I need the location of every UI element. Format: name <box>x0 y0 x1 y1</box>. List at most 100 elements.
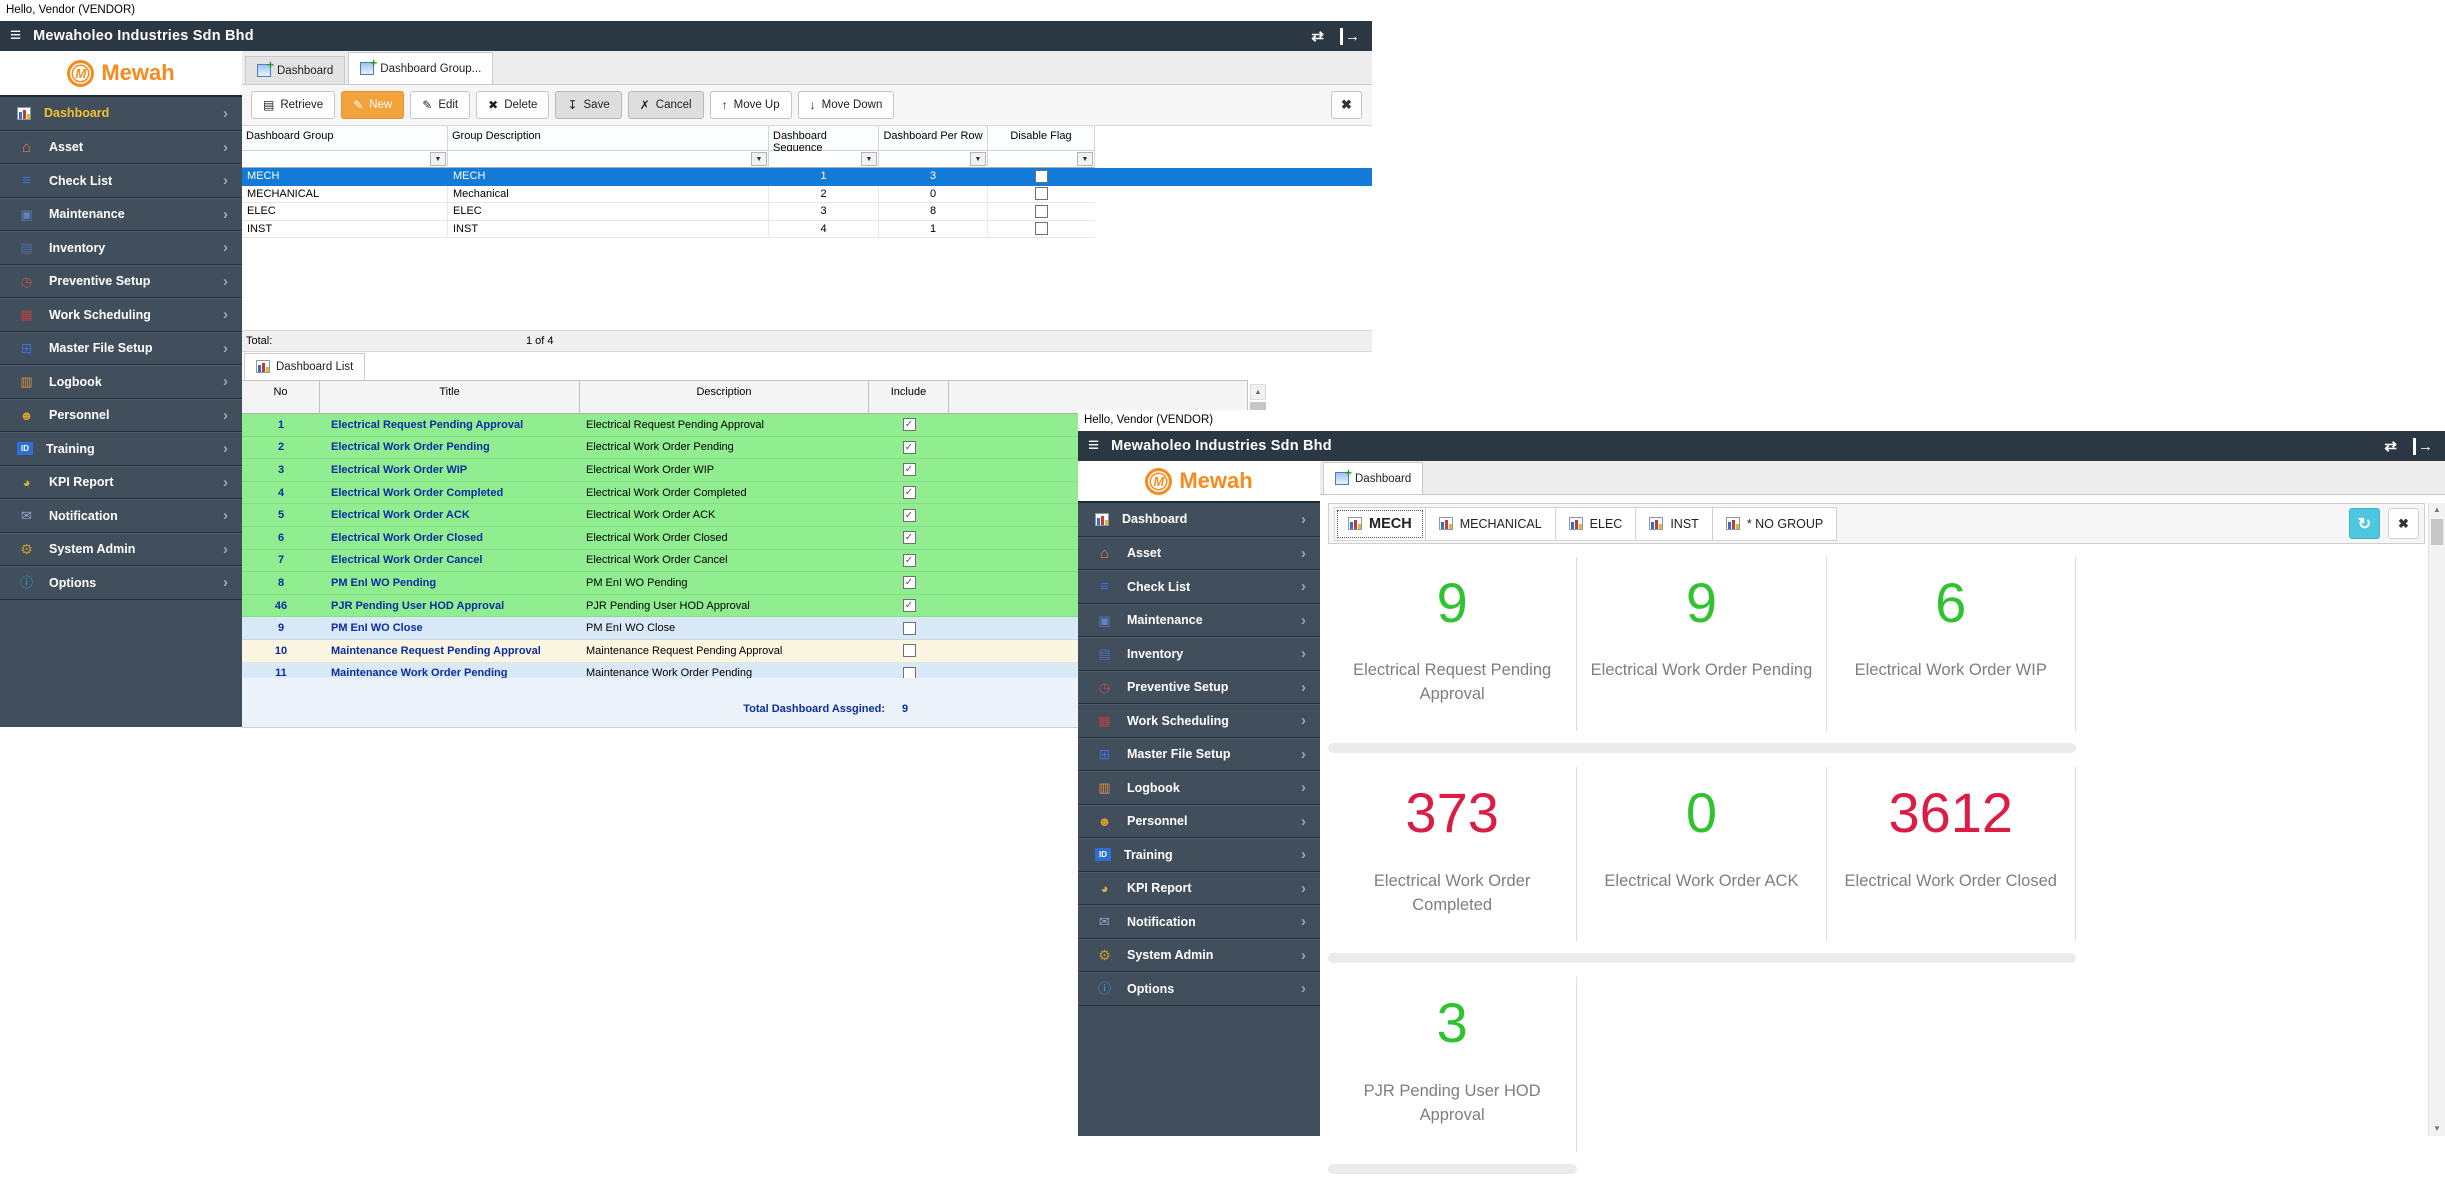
include-checkbox[interactable]: ✓ <box>903 509 916 522</box>
column-header-disable-flag[interactable]: Disable Flag <box>988 126 1095 151</box>
sidebar-item-dashboard[interactable]: Dashboard › <box>0 97 242 131</box>
dashboard-card-electrical-work-order-ack[interactable]: 0 Electrical Work Order ACK <box>1577 767 1826 941</box>
sidebar-item-personnel[interactable]: ☻ Personnel › <box>1078 805 1320 839</box>
sidebar-item-dashboard[interactable]: Dashboard › <box>1078 503 1320 537</box>
group-tab-mechanical[interactable]: MECHANICAL <box>1425 507 1556 541</box>
disable-flag-checkbox[interactable] <box>1035 170 1048 183</box>
switch-window-icon[interactable]: ⇄ <box>1311 27 1324 45</box>
move-up-button[interactable]: ↑ Move Up <box>710 91 792 119</box>
sidebar-item-inventory[interactable]: ▤ Inventory › <box>1078 637 1320 671</box>
close-tab-button[interactable]: ✖ <box>2388 508 2419 539</box>
group-tab-inst[interactable]: INST <box>1635 507 1712 541</box>
include-checkbox[interactable]: ✓ <box>903 576 916 589</box>
scroll-up-icon[interactable]: ▲ <box>2429 505 2445 514</box>
group-tab-elec[interactable]: ELEC <box>1555 507 1637 541</box>
filter-dropdown-icon[interactable]: ▼ <box>861 152 877 166</box>
sidebar-item-master-file-setup[interactable]: ⊞ Master File Setup › <box>0 332 242 366</box>
sidebar-item-preventive-setup[interactable]: ◷ Preventive Setup › <box>1078 671 1320 705</box>
tab-dashboard[interactable]: Dashboard <box>1323 462 1423 494</box>
sidebar-item-logbook[interactable]: ▥ Logbook › <box>0 365 242 399</box>
sidebar-item-training[interactable]: ID Training › <box>1078 838 1320 872</box>
table-row[interactable]: MECHANICAL Mechanical 2 0 <box>242 186 1372 204</box>
sidebar-item-maintenance[interactable]: ▣ Maintenance › <box>0 198 242 232</box>
scrollbar-thumb[interactable] <box>2431 519 2443 545</box>
column-header-dashboard-group[interactable]: Dashboard Group <box>242 126 448 151</box>
column-header-dashboard-sequence[interactable]: Dashboard Sequence <box>769 126 879 151</box>
logout-icon[interactable]: → <box>1340 28 1360 45</box>
column-header-title[interactable]: Title <box>320 380 580 414</box>
delete-button[interactable]: ✖ Delete <box>476 91 549 119</box>
include-checkbox[interactable]: ✓ <box>903 554 916 567</box>
sidebar-item-training[interactable]: ID Training › <box>0 432 242 466</box>
sidebar-item-notification[interactable]: ✉ Notification › <box>0 499 242 533</box>
table-row[interactable]: ELEC ELEC 3 8 <box>242 203 1372 221</box>
refresh-button[interactable]: ↻ <box>2349 508 2380 539</box>
include-checkbox[interactable]: ✓ <box>903 599 916 612</box>
dashboard-card-electrical-request-pending-approval[interactable]: 9 Electrical Request Pending Approval <box>1328 557 1577 731</box>
table-row[interactable]: INST INST 4 1 <box>242 221 1372 239</box>
save-button[interactable]: ↧ Save <box>555 91 621 119</box>
disable-flag-checkbox[interactable] <box>1035 205 1048 218</box>
sidebar-item-preventive-setup[interactable]: ◷ Preventive Setup › <box>0 265 242 299</box>
logout-icon[interactable]: → <box>2413 438 2433 455</box>
edit-button[interactable]: ✎ Edit <box>410 91 470 119</box>
column-header-no[interactable]: No <box>242 380 320 414</box>
scroll-up-icon[interactable]: ▲ <box>1250 384 1266 400</box>
hamburger-menu-icon[interactable]: ≡ <box>10 25 21 47</box>
sidebar-item-options[interactable]: ⓘ Options › <box>1078 972 1320 1006</box>
sidebar-item-kpi-report[interactable]: ◕ KPI Report › <box>1078 872 1320 906</box>
group-tab-mech[interactable]: MECH <box>1334 507 1426 541</box>
sidebar-item-work-scheduling[interactable]: ▦ Work Scheduling › <box>0 298 242 332</box>
sidebar-item-kpi-report[interactable]: ◕ KPI Report › <box>0 466 242 500</box>
sidebar-item-maintenance[interactable]: ▣ Maintenance › <box>1078 604 1320 638</box>
include-checkbox[interactable] <box>903 644 916 657</box>
hamburger-menu-icon[interactable]: ≡ <box>1088 435 1099 457</box>
filter-dropdown-icon[interactable]: ▼ <box>970 152 986 166</box>
dashboard-card-electrical-work-order-pending[interactable]: 9 Electrical Work Order Pending <box>1577 557 1826 731</box>
group-tab-no-group[interactable]: * NO GROUP <box>1712 507 1837 541</box>
include-checkbox[interactable]: ✓ <box>903 531 916 544</box>
include-checkbox[interactable] <box>903 622 916 635</box>
sidebar-item-inventory[interactable]: ▤ Inventory › <box>0 231 242 265</box>
sidebar-item-master-file-setup[interactable]: ⊞ Master File Setup › <box>1078 738 1320 772</box>
dashboard-card-pjr-pending-user-hod-approval[interactable]: 3 PJR Pending User HOD Approval <box>1328 977 1577 1151</box>
column-header-description[interactable]: Description <box>580 380 869 414</box>
dashboard-card-electrical-work-order-wip[interactable]: 6 Electrical Work Order WIP <box>1827 557 2076 731</box>
sidebar-item-personnel[interactable]: ☻ Personnel › <box>0 399 242 433</box>
close-tab-button[interactable]: ✖ <box>1331 91 1362 119</box>
sidebar-item-system-admin[interactable]: ⚙ System Admin › <box>0 533 242 567</box>
switch-window-icon[interactable]: ⇄ <box>2384 437 2397 455</box>
disable-flag-checkbox[interactable] <box>1035 187 1048 200</box>
tab-dashboard-list[interactable]: Dashboard List <box>244 353 365 380</box>
include-checkbox[interactable]: ✓ <box>903 441 916 454</box>
filter-dropdown-icon[interactable]: ▼ <box>1077 152 1093 166</box>
dashboard-card-electrical-work-order-completed[interactable]: 373 Electrical Work Order Completed <box>1328 767 1577 941</box>
sidebar-item-notification[interactable]: ✉ Notification › <box>1078 905 1320 939</box>
sidebar-item-system-admin[interactable]: ⚙ System Admin › <box>1078 939 1320 973</box>
sidebar-item-asset[interactable]: ⌂ Asset › <box>1078 537 1320 571</box>
tab-dashboard[interactable]: Dashboard <box>245 56 345 84</box>
sidebar-item-check-list[interactable]: ≡ Check List › <box>1078 570 1320 604</box>
column-header-include[interactable]: Include <box>869 380 949 414</box>
include-checkbox[interactable]: ✓ <box>903 463 916 476</box>
sidebar-item-options[interactable]: ⓘ Options › <box>0 566 242 600</box>
column-header-group-description[interactable]: Group Description <box>448 126 769 151</box>
filter-dropdown-icon[interactable]: ▼ <box>751 152 767 166</box>
new-button[interactable]: ✎ New <box>341 91 404 119</box>
vertical-scrollbar[interactable]: ▲ ▼ <box>2428 503 2445 1136</box>
sidebar-item-logbook[interactable]: ▥ Logbook › <box>1078 771 1320 805</box>
sidebar-item-work-scheduling[interactable]: ▦ Work Scheduling › <box>1078 704 1320 738</box>
dashboard-card-electrical-work-order-closed[interactable]: 3612 Electrical Work Order Closed <box>1827 767 2076 941</box>
sidebar-item-asset[interactable]: ⌂ Asset › <box>0 131 242 165</box>
include-checkbox[interactable]: ✓ <box>903 418 916 431</box>
retrieve-button[interactable]: ▤ Retrieve <box>251 91 335 119</box>
filter-dropdown-icon[interactable]: ▼ <box>430 152 446 166</box>
scroll-down-icon[interactable]: ▼ <box>2429 1124 2445 1133</box>
move-down-button[interactable]: ↓ Move Down <box>798 91 895 119</box>
include-checkbox[interactable]: ✓ <box>903 486 916 499</box>
column-header-dashboard-per-row[interactable]: Dashboard Per Row <box>879 126 988 151</box>
sidebar-item-check-list[interactable]: ≡ Check List › <box>0 164 242 198</box>
tab-dashboard-group[interactable]: Dashboard Group... <box>348 52 493 84</box>
disable-flag-checkbox[interactable] <box>1035 222 1048 235</box>
table-row[interactable]: MECH MECH 1 3 <box>242 168 1372 186</box>
